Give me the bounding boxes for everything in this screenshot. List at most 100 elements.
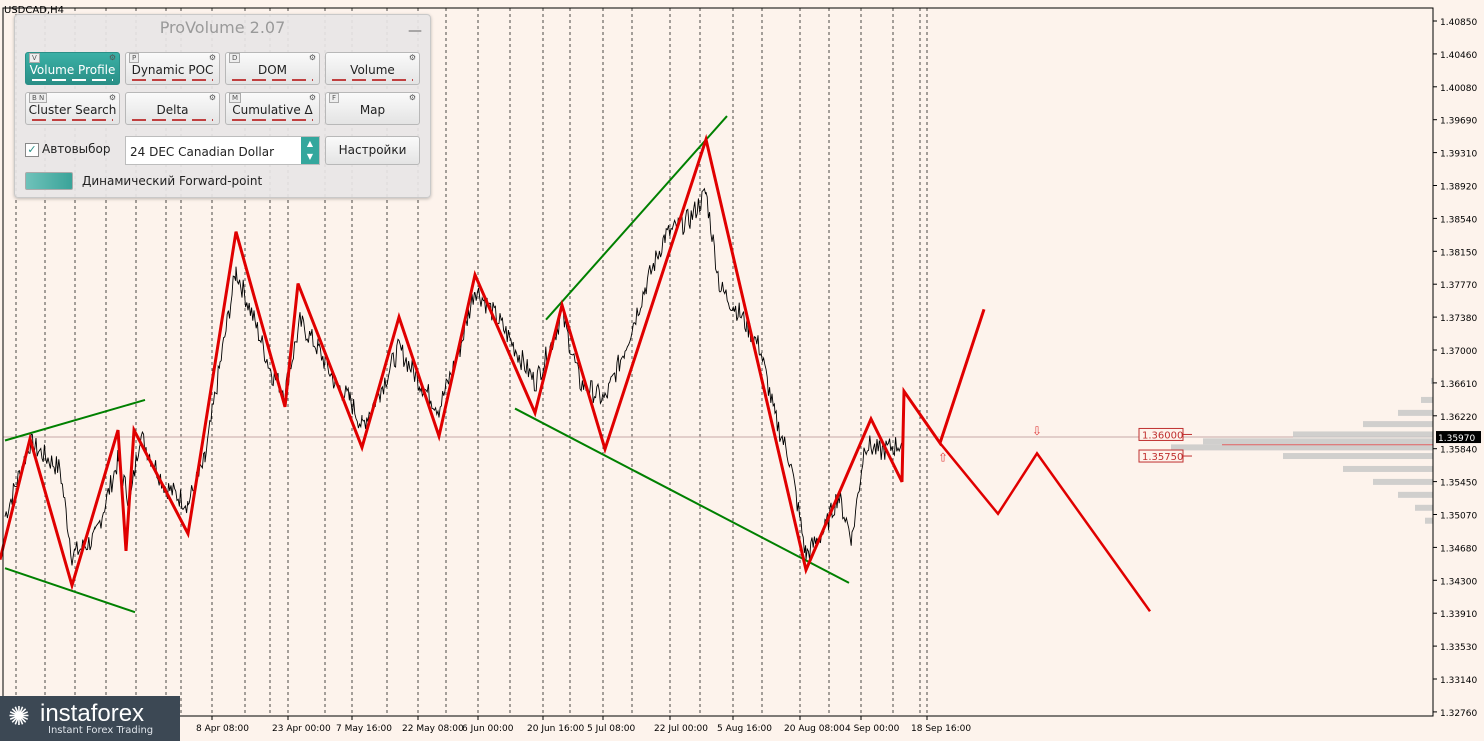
gear-icon[interactable]: ⚙ [209, 93, 216, 102]
time-tick-label: 22 May 08:00 [402, 724, 464, 734]
button-label: Volume [350, 63, 395, 77]
gear-icon[interactable]: ⚙ [309, 93, 316, 102]
price-tick-label: 1.37000 [1440, 347, 1477, 357]
instaforex-logo-icon: ✺ [8, 702, 30, 732]
button-label: Cumulative Δ [232, 103, 313, 117]
price-tick-label: 1.35840 [1440, 446, 1477, 456]
auto-select-label: Автовыбор [42, 142, 111, 156]
gear-icon[interactable]: ⚙ [209, 53, 216, 62]
gear-icon[interactable]: ⚙ [409, 53, 416, 62]
channel-line [514, 407, 850, 584]
profile-bar [1398, 409, 1433, 416]
hotkey-badge: V [29, 53, 40, 63]
current-price-label: 1.35970 [1438, 434, 1475, 444]
profile-bar [1421, 396, 1433, 403]
price-tick-label: 1.36220 [1440, 413, 1477, 423]
price-tick-label: 1.38540 [1440, 215, 1477, 225]
channel-line [545, 115, 728, 321]
hotkey-badge: P [129, 53, 140, 63]
dom-button[interactable]: D ⚙ DOM [225, 52, 320, 85]
profile-bar [1283, 453, 1433, 460]
price-tick-label: 1.33140 [1440, 676, 1477, 686]
profile-bar [1415, 504, 1433, 511]
hotkey-badge: D [229, 53, 241, 63]
status-ticks [132, 119, 213, 121]
price-tick-label: 1.39310 [1440, 150, 1477, 160]
down-arrow-icon: ⇩ [1032, 424, 1042, 438]
time-tick-label: 8 Apr 08:00 [196, 724, 249, 734]
zigzag-lines [0, 133, 1152, 613]
brand-name: instaforex [40, 700, 145, 727]
time-tick-label: 20 Aug 08:00 [784, 724, 845, 734]
panel-title: ProVolume 2.07 [159, 18, 286, 37]
hotkey-badge: M [229, 93, 242, 103]
price-tick-label: 1.38150 [1440, 248, 1477, 258]
price-tick-label: 1.37380 [1440, 314, 1477, 324]
volume-button[interactable]: ⚙ Volume [325, 52, 420, 85]
time-tick-label: 4 Sep 00:00 [845, 724, 900, 734]
gear-icon[interactable]: ⚙ [309, 53, 316, 62]
time-tick-label: 22 Jul 00:00 [654, 724, 708, 734]
profile-bar [1343, 465, 1433, 472]
price-tick-label: 1.40850 [1440, 18, 1477, 28]
time-tick-label: 20 Jun 16:00 [527, 724, 584, 734]
price-tick-label: 1.40460 [1440, 51, 1477, 61]
auto-select-checkbox[interactable]: ✓ [25, 143, 39, 157]
gear-icon[interactable]: ⚙ [409, 93, 416, 102]
status-ticks [332, 79, 413, 81]
price-tick-label: 1.36610 [1440, 380, 1477, 390]
instrument-value: 24 DEC Canadian Dollar [130, 145, 275, 159]
price-tick-label: 1.34680 [1440, 544, 1477, 554]
price-tick-label: 1.32760 [1440, 709, 1477, 719]
price-tick-label: 1.35070 [1440, 512, 1477, 522]
hotkey-badge: F [329, 93, 340, 103]
time-tick-label: 7 May 16:00 [336, 724, 392, 734]
gear-icon[interactable]: ⚙ [109, 93, 116, 102]
price-tick-label: 1.33910 [1440, 610, 1477, 620]
zigzag-line [0, 133, 986, 591]
price-tick-label: 1.38920 [1440, 183, 1477, 193]
map-button[interactable]: F ⚙ Map [325, 92, 420, 125]
time-tick-label: 5 Jul 08:00 [587, 724, 636, 734]
instrument-select[interactable]: 24 DEC Canadian Dollar ▲ ▼ [125, 136, 320, 165]
button-label: DOM [257, 63, 288, 77]
dynamic-poc-button[interactable]: P ⚙ Dynamic POC [125, 52, 220, 85]
button-label: Delta [156, 103, 189, 117]
profile-bar [1425, 517, 1433, 524]
volume-profile-histogram [1171, 377, 1433, 524]
profile-bar [1398, 491, 1433, 498]
spinner-arrows-icon[interactable]: ▲ ▼ [301, 137, 319, 164]
cluster-search-button[interactable]: B N ⚙ Cluster Search [25, 92, 120, 125]
price-tick-label: 1.39690 [1440, 117, 1477, 127]
price-tick-label: 1.35450 [1440, 479, 1477, 489]
forward-point-toggle[interactable] [25, 172, 73, 190]
gear-icon[interactable]: ⚙ [109, 53, 116, 62]
price-tick-label: 1.37770 [1440, 281, 1477, 291]
button-label: Dynamic POC [131, 63, 214, 77]
price-tick-label: 1.40080 [1440, 84, 1477, 94]
time-tick-label: 6 Jun 00:00 [462, 724, 514, 734]
volume-profile-button[interactable]: V ⚙ Volume Profile [25, 52, 120, 85]
profile-bar [1363, 421, 1433, 428]
button-label: Cluster Search [28, 103, 117, 117]
cumulative-delta-button[interactable]: M ⚙ Cumulative Δ [225, 92, 320, 125]
forward-point-label: Динамический Forward-point [82, 174, 263, 188]
provolume-panel[interactable]: ProVolume 2.07 — V ⚙ Volume Profile P ⚙ … [14, 14, 431, 198]
profile-bar [1373, 478, 1433, 485]
minimize-button[interactable]: — [408, 23, 422, 39]
status-ticks [232, 119, 313, 121]
status-ticks [232, 79, 313, 81]
settings-button[interactable]: Настройки [325, 136, 420, 165]
instaforex-watermark: ✺ instaforex Instant Forex Trading [0, 696, 180, 741]
level-label: 1.35750 [1142, 452, 1183, 463]
price-tick-label: 1.33530 [1440, 643, 1477, 653]
hotkey-badge: B N [29, 93, 48, 103]
price-tick-label: 1.34300 [1440, 577, 1477, 587]
level-label: 1.36000 [1142, 430, 1183, 441]
profile-bar [1203, 438, 1433, 445]
delta-button[interactable]: ⚙ Delta [125, 92, 220, 125]
status-ticks [132, 79, 213, 81]
status-ticks [32, 79, 113, 81]
button-label: Volume Profile [29, 63, 116, 77]
button-label: Map [359, 103, 386, 117]
